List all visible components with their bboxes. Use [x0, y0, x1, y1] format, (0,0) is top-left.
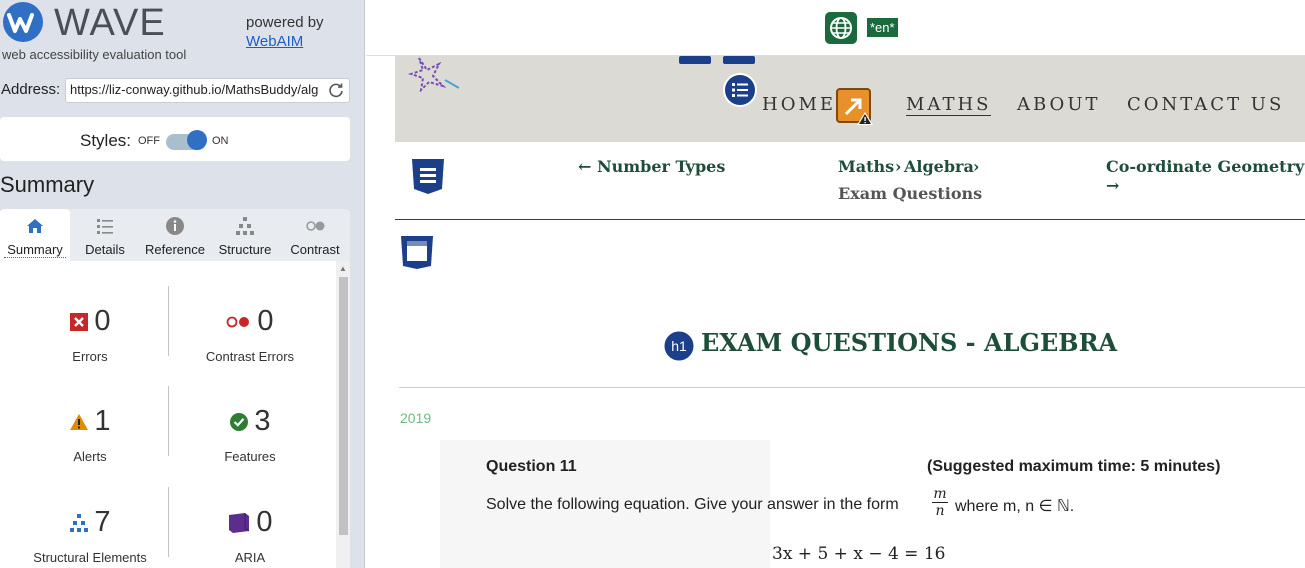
- tab-contrast[interactable]: Contrast: [280, 209, 350, 261]
- prev-topic-link[interactable]: ← Number Types: [578, 157, 725, 176]
- stat-count: 0: [94, 305, 111, 337]
- wave-tagline: web accessibility evaluation tool: [2, 47, 187, 62]
- contrast-icon: [306, 221, 325, 231]
- tab-label: Summary: [4, 242, 66, 258]
- error-icon: [70, 312, 89, 331]
- styles-label: Styles:: [80, 131, 132, 150]
- webaim-link[interactable]: WebAIM: [246, 33, 303, 50]
- wave-list-icon[interactable]: [723, 73, 757, 107]
- address-input[interactable]: [70, 82, 322, 97]
- address-row: Address:: [0, 78, 364, 104]
- styles-on-label: ON: [212, 135, 229, 147]
- stat-structural-elements[interactable]: 7 Structural Elements: [10, 506, 170, 568]
- breadcrumb-separator: ›: [895, 157, 902, 176]
- breadcrumb-nav: ← Number Types Maths › Algebra › Exam Qu…: [395, 142, 1305, 220]
- tab-label: Details: [85, 242, 125, 257]
- powered-by-text: powered by: [246, 14, 324, 31]
- stat-contrast-errors[interactable]: 0 Contrast Errors: [170, 305, 330, 375]
- tab-reference[interactable]: Reference: [140, 209, 210, 261]
- tab-summary[interactable]: Summary: [0, 209, 70, 261]
- question-title: Question 11: [486, 458, 577, 475]
- svg-text:h1: h1: [671, 338, 687, 354]
- stat-label: Structural Elements: [33, 550, 147, 565]
- feature-icon: [230, 412, 249, 431]
- tab-label: Reference: [145, 242, 205, 257]
- next-topic-link[interactable]: Co-ordinate Geometry →: [1106, 157, 1305, 195]
- stat-label: Alerts: [73, 449, 107, 464]
- tab-label: Structure: [218, 242, 272, 257]
- wave-logo-icon[interactable]: [2, 1, 44, 43]
- info-icon: [166, 217, 184, 235]
- address-box: [65, 78, 350, 103]
- stat-aria[interactable]: 0 ARIA: [170, 506, 330, 568]
- aria-icon: [229, 512, 250, 533]
- wave-h1-icon[interactable]: h1: [663, 330, 695, 362]
- styles-off-label: OFF: [138, 135, 160, 147]
- site-logo-star-icon[interactable]: [405, 56, 461, 92]
- wave-alert-link-icon[interactable]: [836, 88, 874, 126]
- stat-label: Errors: [72, 349, 108, 364]
- contrast-error-icon: [227, 316, 250, 327]
- styles-toggle-panel: Styles: OFF ON: [0, 117, 350, 161]
- stat-count: 0: [256, 506, 273, 538]
- wave-logo-text: WAVE: [54, 2, 166, 44]
- globe-icon[interactable]: [825, 12, 857, 44]
- breadcrumb-algebra[interactable]: Algebra: [904, 157, 974, 176]
- reload-icon[interactable]: [328, 82, 344, 98]
- fraction-numerator: m: [932, 486, 948, 503]
- structure-icon: [236, 217, 254, 235]
- home-icon: [27, 219, 43, 233]
- page-preview: *en* HOME MATHS ABOUT CONTACT US ← Numbe…: [366, 0, 1305, 568]
- stat-label: ARIA: [234, 550, 266, 565]
- wave-tabs: Summary Details Reference Structure Cont: [0, 209, 350, 261]
- stat-label: Contrast Errors: [205, 349, 295, 364]
- summary-body: 0 Errors 0 Contrast Errors 1 Alerts 3 Fe…: [0, 261, 336, 568]
- nav-maths[interactable]: MATHS: [906, 94, 992, 116]
- tab-label: Contrast: [290, 242, 340, 257]
- tab-details[interactable]: Details: [70, 209, 140, 261]
- wave-header: WAVE web accessibility evaluation tool p…: [0, 0, 364, 64]
- alert-icon: [70, 413, 89, 430]
- scroll-thumb[interactable]: [339, 277, 348, 535]
- wave-nav-document-icon[interactable]: [410, 157, 446, 195]
- powered-by: powered by WebAIM: [246, 13, 324, 51]
- lang-badge: *en*: [867, 18, 898, 37]
- wave-main-region-icon[interactable]: [399, 234, 435, 270]
- nav-contact-us[interactable]: CONTACT US: [1127, 94, 1284, 115]
- stat-count: 1: [94, 405, 111, 437]
- structure-icon: [70, 513, 89, 532]
- stat-count: 3: [254, 405, 271, 437]
- stat-features[interactable]: 3 Features: [170, 405, 330, 475]
- question-where: where m, n ∈ ℕ.: [955, 498, 1075, 515]
- nav-about[interactable]: ABOUT: [1017, 94, 1101, 115]
- address-label: Address:: [1, 81, 61, 98]
- year-label: 2019: [400, 410, 432, 426]
- breadcrumb-maths[interactable]: Maths: [838, 157, 894, 176]
- stat-errors[interactable]: 0 Errors: [10, 305, 170, 375]
- stat-alerts[interactable]: 1 Alerts: [10, 405, 170, 475]
- wave-sidebar: WAVE web accessibility evaluation tool p…: [0, 0, 365, 568]
- title-divider: [399, 387, 1305, 388]
- stat-label: Features: [224, 449, 276, 464]
- page-title: EXAM QUESTIONS - ALGEBRA: [701, 328, 1118, 357]
- scroll-up-arrow-icon[interactable]: ▲: [339, 264, 347, 273]
- tab-structure[interactable]: Structure: [210, 209, 280, 261]
- question-text: Solve the following equation. Give your …: [486, 496, 899, 513]
- nav-home[interactable]: HOME: [762, 94, 836, 115]
- styles-toggle-knob[interactable]: [187, 130, 207, 150]
- breadcrumb-separator: ›: [973, 157, 980, 176]
- question-equation: 3x + 5 + x − 4 = 16: [772, 544, 946, 564]
- language-bar: *en*: [366, 0, 1305, 56]
- wave-list-marker-icon[interactable]: [679, 56, 759, 66]
- question-time: (Suggested maximum time: 5 minutes): [927, 458, 1221, 475]
- fraction-denominator: n: [935, 503, 945, 519]
- summary-scrollbar[interactable]: ▲: [336, 261, 350, 568]
- list-icon: [97, 219, 113, 234]
- breadcrumb-current: Exam Questions: [838, 184, 983, 203]
- stat-count: 7: [94, 506, 111, 538]
- summary-heading: Summary: [0, 172, 95, 197]
- question-fraction: m n: [932, 486, 948, 519]
- stat-count: 0: [257, 305, 274, 337]
